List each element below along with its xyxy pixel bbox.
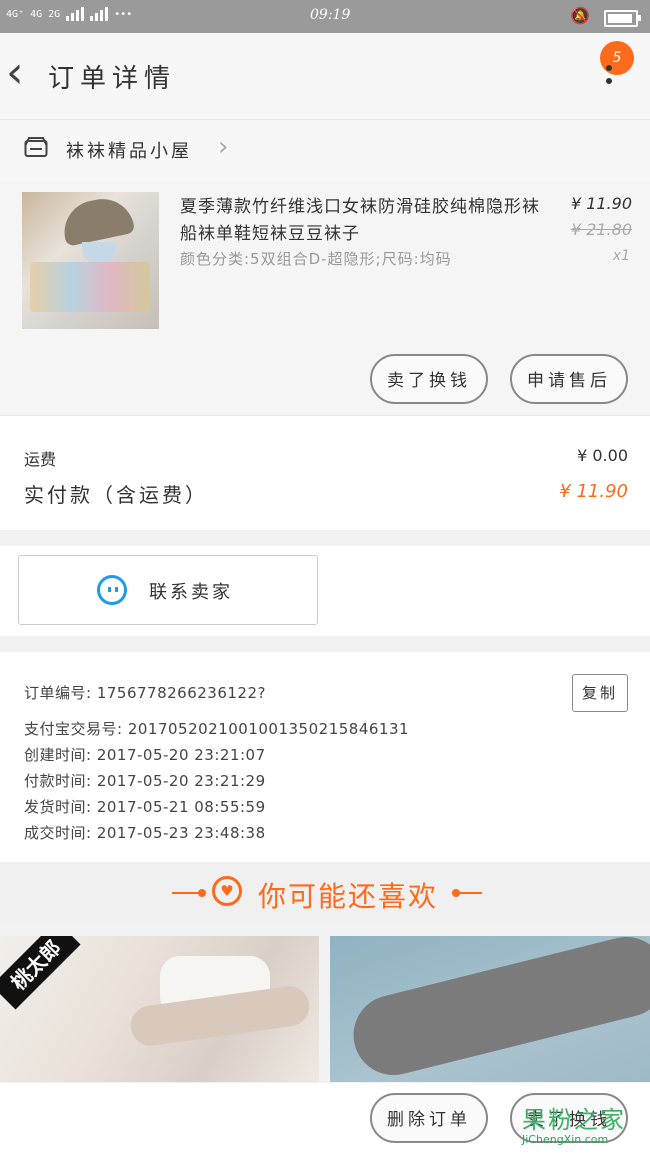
- shop-name: 袜袜精品小屋: [66, 141, 192, 162]
- product-card[interactable]: 夏季薄款竹纤维浅口女袜防滑硅胶纯棉隐形袜船袜单鞋短袜豆豆袜子 颜色分类:5双组合…: [0, 182, 650, 414]
- paid-time: 付款时间: 2017-05-20 23:21:29: [24, 772, 266, 790]
- recommend-header: ♥ 你可能还喜欢: [0, 862, 650, 924]
- created-time: 创建时间: 2017-05-20 23:21:07: [24, 746, 266, 764]
- bottom-action-bar: 删除订单 卖了换钱 果粉之家 JiChengXin.com: [0, 1083, 650, 1155]
- more-vertical-icon[interactable]: [606, 65, 612, 91]
- more-dots-icon: •••: [114, 8, 133, 20]
- chevron-right-icon: ›: [218, 132, 229, 162]
- watermark-text: 果粉之家: [522, 1106, 626, 1134]
- shipping-value: ¥ 0.00: [577, 446, 628, 465]
- paid-value: ¥ 11.90: [559, 481, 628, 502]
- network-indicator: 4G⁺ 4G 2G •••: [6, 7, 132, 21]
- delete-order-button[interactable]: 删除订单: [370, 1093, 488, 1143]
- after-sale-button[interactable]: 申请售后: [510, 354, 628, 404]
- nav-header: ‹ 订单详情 5: [0, 33, 650, 119]
- alipay-trade-number: 支付宝交易号: 2017052021001001350215846131: [24, 720, 410, 738]
- copy-button[interactable]: 复制: [572, 674, 628, 712]
- mute-bell-icon: 🔕: [570, 6, 590, 25]
- sell-button[interactable]: 卖了换钱: [370, 354, 488, 404]
- chat-bubble-icon: [97, 575, 127, 605]
- product-original-price: ¥ 21.80: [570, 220, 632, 239]
- signal-icon-2: [90, 7, 109, 21]
- shipping-label: 运费: [24, 450, 57, 469]
- completed-time: 成交时间: 2017-05-23 23:48:38: [24, 824, 266, 842]
- contact-seller-label: 联系卖家: [149, 582, 233, 603]
- shop-icon: [24, 137, 48, 157]
- shipped-time: 发货时间: 2017-05-21 08:55:59: [24, 798, 266, 816]
- shop-row[interactable]: 袜袜精品小屋 ›: [0, 119, 650, 182]
- product-price: ¥ 11.90: [570, 194, 632, 213]
- divider-right: [452, 892, 482, 894]
- paid-label: 实付款（含运费）: [24, 483, 208, 507]
- order-info: 订单编号: 1756778266236122? 支付宝交易号: 20170520…: [0, 652, 650, 862]
- brand-badge: 桃太郎: [0, 936, 81, 1010]
- network-text: 4G⁺ 4G 2G: [6, 8, 61, 20]
- recommend-item-2[interactable]: [330, 936, 650, 1082]
- dot-left: [198, 889, 206, 897]
- page-title: 订单详情: [48, 64, 177, 94]
- chevron-left-icon[interactable]: ‹: [6, 51, 36, 101]
- recommend-title: 你可能还喜欢: [258, 880, 439, 913]
- order-number: 订单编号: 1756778266236122?: [24, 684, 266, 702]
- signal-icon: [66, 7, 85, 21]
- product-spec: 颜色分类:5双组合D-超隐形;尺码:均码: [180, 250, 452, 268]
- status-bar: 4G⁺ 4G 2G ••• 09:19 🔕: [0, 0, 650, 33]
- product-image[interactable]: [22, 192, 159, 329]
- watermark-url: JiChengXin.com: [522, 1133, 609, 1146]
- watermark: 果粉之家 JiChengXin.com: [522, 1107, 642, 1151]
- battery-icon: [604, 10, 641, 27]
- contact-seller-button[interactable]: 联系卖家: [18, 555, 318, 625]
- product-title: 夏季薄款竹纤维浅口女袜防滑硅胶纯棉隐形袜船袜单鞋短袜豆豆袜子: [180, 197, 540, 244]
- product-quantity: x1: [612, 248, 630, 264]
- clock: 09:19: [310, 7, 351, 23]
- contact-section: 联系卖家: [0, 546, 650, 636]
- heart-icon: ♥: [212, 876, 242, 906]
- recommend-item-1[interactable]: 桃太郎: [0, 936, 319, 1082]
- fee-section: 运费 ¥ 0.00 实付款（含运费） ¥ 11.90: [0, 415, 650, 530]
